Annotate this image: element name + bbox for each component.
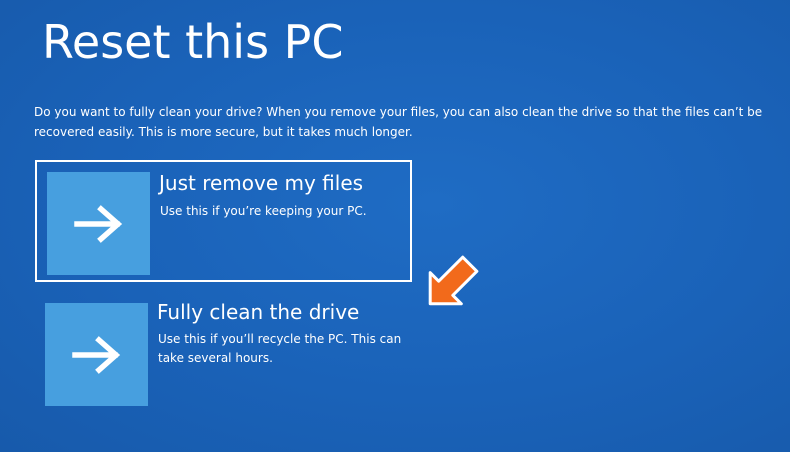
option-subtitle: Use this if you’ll recycle the PC. This … xyxy=(158,332,402,365)
page-description: Do you want to fully clean your drive? W… xyxy=(34,105,763,139)
arrow-right-icon xyxy=(74,205,123,243)
orange-arrow-pointer-icon xyxy=(428,255,479,306)
page-title: Reset this PC xyxy=(42,15,344,69)
option-tile xyxy=(45,303,148,406)
option-just-remove-my-files[interactable]: Just remove my files Use this if you’re … xyxy=(35,160,412,282)
option-subtitle: Use this if you’re keeping your PC. xyxy=(160,204,367,218)
option-title: Just remove my files xyxy=(159,171,364,195)
option-title: Fully clean the drive xyxy=(157,300,360,324)
option-tile xyxy=(47,172,150,275)
option-fully-clean-the-drive[interactable]: Fully clean the drive Use this if you’ll… xyxy=(35,291,412,413)
arrow-right-icon xyxy=(72,336,121,374)
